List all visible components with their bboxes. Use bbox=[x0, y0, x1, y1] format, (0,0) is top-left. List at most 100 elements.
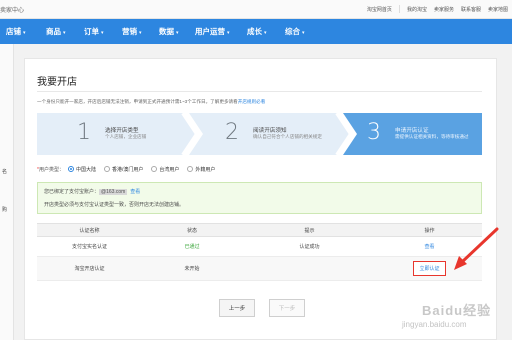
step-subtitle: 需提供认证相关资料，等待审核通过 bbox=[395, 134, 469, 139]
top-link-home[interactable]: 淘宝网首页 bbox=[367, 6, 392, 13]
nav-item-data[interactable]: 数据 ▾ bbox=[159, 26, 179, 37]
top-link-my-taobao[interactable]: 我的淘宝 bbox=[407, 6, 427, 13]
description-text: 一个身份只能开一家店，开店后店铺无法注销，申请到正式开通预计需1~3个工作日。了… bbox=[37, 99, 238, 104]
cert-status: 已通过 bbox=[184, 244, 200, 250]
chevron-down-icon: ▾ bbox=[101, 30, 104, 36]
step-subtitle: 个人店铺，企业店铺 bbox=[105, 134, 147, 139]
cert-action: 立即认证 bbox=[377, 257, 482, 280]
next-button[interactable]: 下一步 bbox=[269, 299, 305, 317]
nav-item-user-ops[interactable]: 用户运营 ▾ bbox=[195, 26, 230, 37]
top-link-contact[interactable]: 联系客服 bbox=[461, 6, 481, 13]
cert-name: 淘宝开店认证 bbox=[74, 266, 105, 272]
step-subtitle: 确认自己符合个人店铺的相关规定 bbox=[253, 134, 322, 139]
title-divider bbox=[37, 91, 482, 92]
nav-item-growth[interactable]: 成长 ▾ bbox=[247, 26, 267, 37]
nav-item-marketing[interactable]: 营销 ▾ bbox=[122, 26, 142, 37]
chevron-down-icon: ▾ bbox=[176, 30, 179, 36]
step-number: 2 bbox=[225, 120, 239, 145]
certify-now-button[interactable]: 立即认证 bbox=[413, 261, 446, 276]
chevron-down-icon: ▾ bbox=[63, 30, 66, 36]
user-type-label: *用户类型： bbox=[37, 166, 64, 173]
page-title: 我要开店 bbox=[37, 77, 77, 88]
notice-line-2: 开店类型必须与支付宝认证类型一致，否则开店无法创建店铺。 bbox=[44, 202, 185, 208]
nav-item-orders[interactable]: 订单 ▾ bbox=[84, 26, 104, 37]
nav-item-label: 用户运营 bbox=[195, 27, 225, 36]
nav-item-label: 商品 bbox=[46, 27, 61, 36]
radio-unchecked-icon bbox=[103, 166, 110, 172]
sidebar-item[interactable]: 名 bbox=[2, 168, 7, 175]
sidebar: 名 购 bbox=[0, 44, 14, 340]
chevron-down-icon: ▾ bbox=[227, 30, 230, 36]
nav-item-general[interactable]: 综合 ▾ bbox=[285, 26, 305, 37]
alipay-email: @163.com bbox=[99, 189, 128, 195]
radio-label: 台湾用户 bbox=[159, 166, 180, 173]
nav-item-label: 订单 bbox=[84, 27, 99, 36]
nav-item-label: 营销 bbox=[122, 27, 137, 36]
header-cell: 提示 bbox=[304, 227, 315, 234]
alipay-notice: 您已绑定了支付宝账户： @163.com 查看 开店类型必须与支付宝认证类型一致，否… bbox=[37, 182, 482, 214]
step-title: 选择开店类型 bbox=[105, 128, 139, 134]
chevron-down-icon: ▾ bbox=[302, 30, 305, 36]
rules-link[interactable]: 开店规则必看 bbox=[238, 99, 266, 104]
table-header: 认证名称 状态 提示 操作 bbox=[37, 223, 482, 237]
watermark-logo: Baidu经验 bbox=[422, 303, 492, 318]
header-cell: 操作 bbox=[424, 227, 435, 234]
table-row: 淘宝开店认证 未开始 立即认证 bbox=[37, 257, 482, 281]
step-3: 3 申请开店认证 需提供认证相关资料，等待审核通过 bbox=[343, 113, 482, 155]
chevron-down-icon: ▾ bbox=[139, 30, 142, 36]
notice-line-1: 您已绑定了支付宝账户： @163.com 查看 bbox=[44, 188, 140, 195]
nav-item-label: 数据 bbox=[159, 27, 174, 36]
nav-item-label: 成长 bbox=[247, 27, 262, 36]
table-row: 支付宝实名认证 已通过 认证成功 查看 bbox=[37, 237, 482, 257]
top-link-sitemap[interactable]: 卖家地图 bbox=[488, 6, 508, 13]
chevron-down-icon: ▾ bbox=[23, 30, 26, 36]
radio-label: 中国大陆 bbox=[75, 166, 96, 173]
cert-tip: 认证成功 bbox=[299, 244, 320, 250]
cert-action: 查看 bbox=[377, 237, 482, 256]
top-brand: 卖家中心 bbox=[0, 8, 25, 14]
radio-checked-icon bbox=[67, 166, 74, 172]
step-2: 2 阅读开店须知 确认自己符合个人店铺的相关规定 bbox=[189, 113, 337, 155]
main-nav: 店铺 ▾ 商品 ▾ 订单 ▾ 营销 ▾ 数据 ▾ 用户运营 ▾ 成长 ▾ 综合 ▾ bbox=[0, 19, 512, 44]
notice-prefix: 您已绑定了支付宝账户： bbox=[44, 189, 100, 195]
top-links: 淘宝网首页 我的淘宝 卖家服务 联系客服 卖家地图 bbox=[360, 5, 508, 13]
top-divider bbox=[398, 5, 400, 13]
header-cell: 状态 bbox=[186, 227, 197, 234]
page-description: 一个身份只能开一家店，开店后店铺无法注销，申请到正式开通预计需1~3个工作日。了… bbox=[37, 99, 265, 105]
step-title: 申请开店认证 bbox=[395, 128, 429, 134]
prev-button[interactable]: 上一步 bbox=[219, 299, 255, 317]
step-number: 3 bbox=[367, 120, 381, 145]
cert-status: 未开始 bbox=[184, 266, 200, 272]
radio-taiwan[interactable]: 台湾用户 bbox=[151, 166, 179, 173]
radio-mainland[interactable]: 中国大陆 bbox=[67, 166, 96, 173]
header-cell: 认证名称 bbox=[79, 227, 100, 234]
user-type-label-text: 用户类型： bbox=[38, 166, 64, 173]
radio-unchecked-icon bbox=[151, 166, 158, 172]
radio-label: 外籍用户 bbox=[195, 166, 216, 173]
radio-unchecked-icon bbox=[187, 166, 194, 172]
step-1: 1 选择开店类型 个人店铺，企业店铺 bbox=[37, 113, 183, 155]
nav-item-products[interactable]: 商品 ▾ bbox=[46, 26, 66, 37]
step-progress: 1 选择开店类型 个人店铺，企业店铺 2 阅读开店须知 确认自己符合个人店铺的相… bbox=[37, 113, 482, 155]
chevron-down-icon: ▾ bbox=[264, 30, 267, 36]
cert-tip bbox=[242, 257, 377, 280]
certification-table: 认证名称 状态 提示 操作 支付宝实名认证 已通过 认证成功 查看 淘宝开店认证… bbox=[37, 223, 482, 281]
view-link[interactable]: 查看 bbox=[130, 189, 140, 195]
watermark: Baidu经验 jingyan.baidu.com bbox=[396, 300, 512, 340]
nav-item-label: 综合 bbox=[285, 27, 300, 36]
radio-hk-macau[interactable]: 香港/澳门用户 bbox=[103, 166, 144, 173]
user-type-group: *用户类型： 中国大陆 香港/澳门用户 台湾用户 外籍用户 bbox=[37, 164, 223, 174]
step-number: 1 bbox=[77, 120, 91, 145]
radio-label: 香港/澳门用户 bbox=[111, 166, 144, 173]
cert-name: 支付宝实名认证 bbox=[71, 244, 107, 250]
radio-foreign[interactable]: 外籍用户 bbox=[187, 166, 215, 173]
top-bar: 卖家中心 淘宝网首页 我的淘宝 卖家服务 联系客服 卖家地图 bbox=[0, 0, 512, 19]
top-link-seller-service[interactable]: 卖家服务 bbox=[434, 6, 454, 13]
watermark-url: jingyan.baidu.com bbox=[402, 320, 467, 329]
nav-item-label: 店铺 bbox=[6, 27, 21, 36]
sidebar-item[interactable]: 购 bbox=[2, 206, 7, 213]
open-store-card: 我要开店 一个身份只能开一家店，开店后店铺无法注销，申请到正式开通预计需1~3个… bbox=[24, 58, 497, 340]
view-button[interactable]: 查看 bbox=[424, 243, 434, 250]
step-title: 阅读开店须知 bbox=[253, 128, 287, 134]
nav-item-store[interactable]: 店铺 ▾ bbox=[6, 26, 26, 37]
